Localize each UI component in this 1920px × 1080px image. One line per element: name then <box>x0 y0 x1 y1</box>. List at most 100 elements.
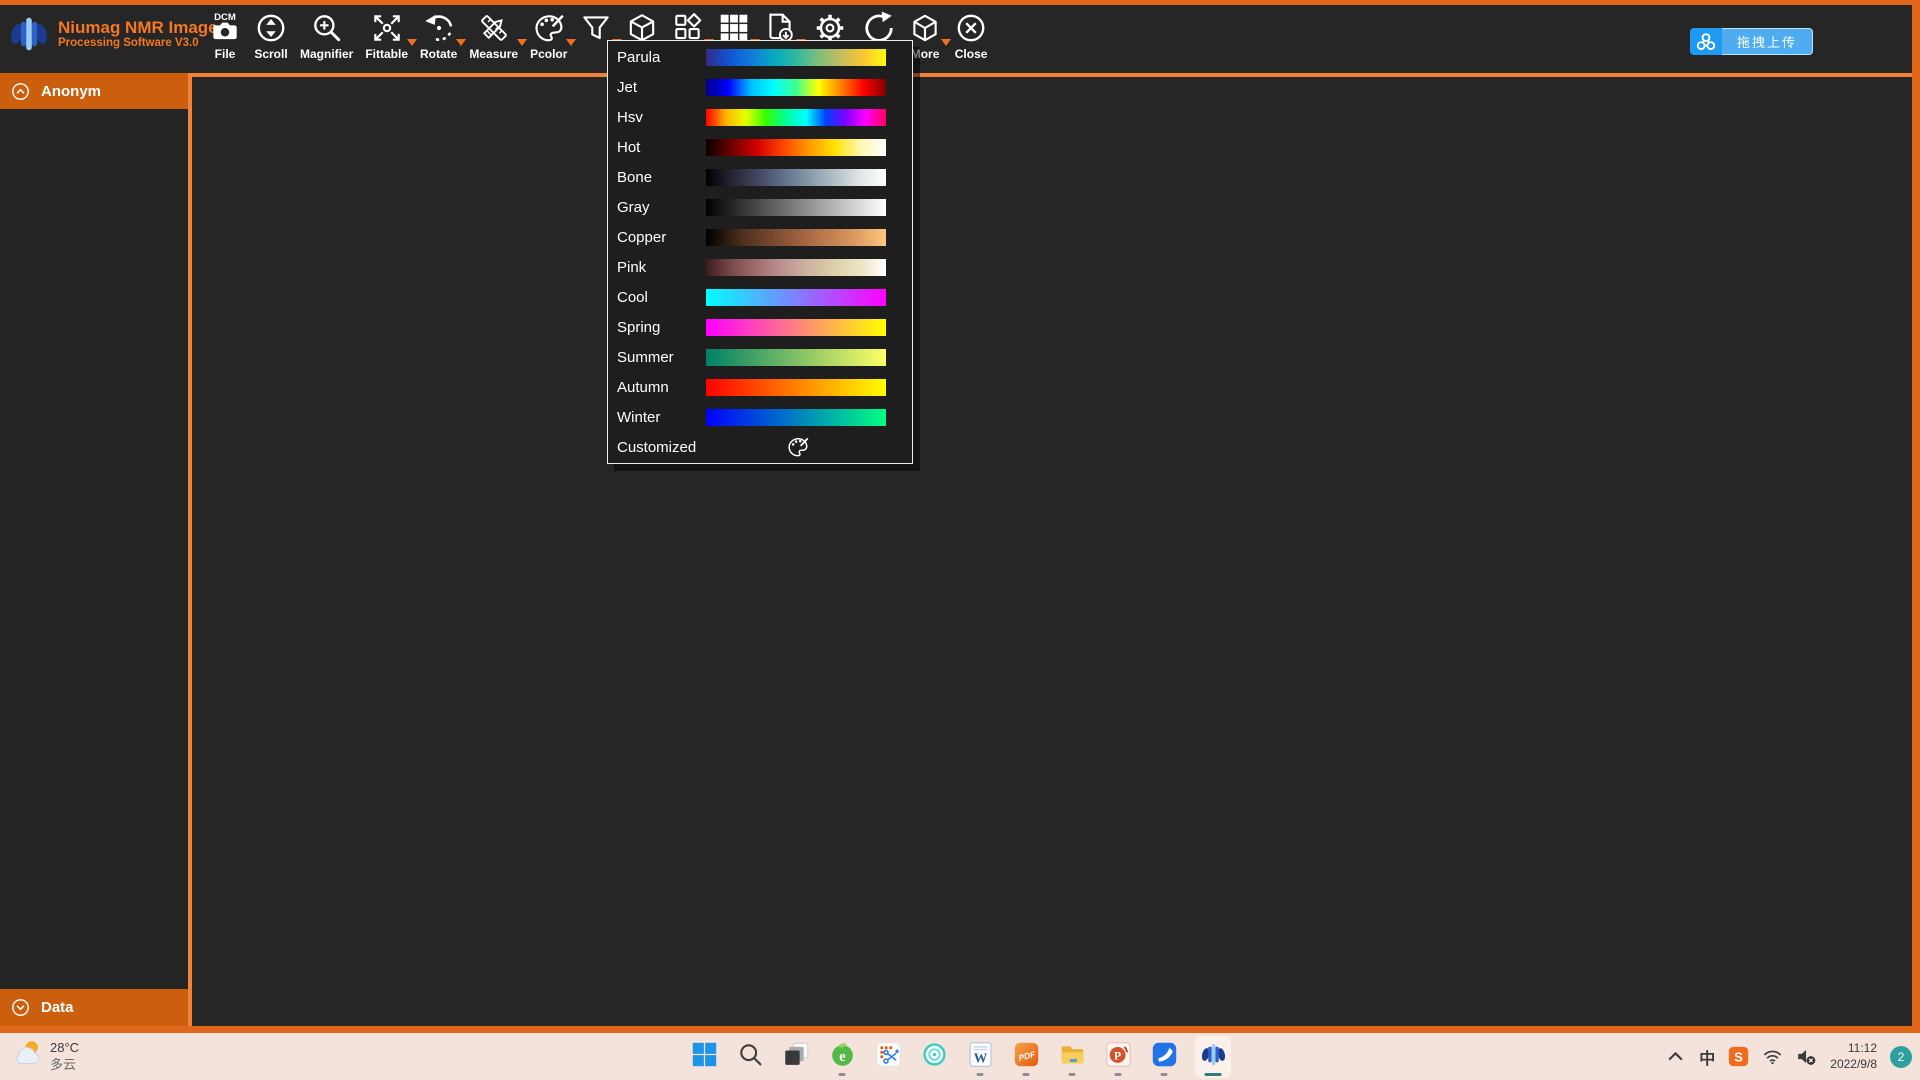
weather-text: 28°C 多云 <box>50 1040 79 1073</box>
colormap-item-cool[interactable]: Cool <box>608 282 912 312</box>
drag-upload-button[interactable]: 拖拽上传 <box>1690 28 1813 55</box>
taskbar-app-start[interactable] <box>689 1036 719 1078</box>
colormap-name: Gray <box>608 199 650 216</box>
colormap-item-summer[interactable]: Summer <box>608 342 912 372</box>
taskbar-clock[interactable]: 11:12 2022/9/8 <box>1830 1041 1877 1072</box>
running-indicator <box>1115 1073 1122 1076</box>
ime-zh-icon[interactable]: 中 <box>1699 1045 1715 1069</box>
colormap-gradient-bar <box>706 169 886 186</box>
blue-wing-icon <box>1151 1041 1178 1073</box>
toolbar-button-close[interactable]: Close <box>948 11 994 73</box>
taskbar-app-netdisk-app[interactable] <box>1149 1036 1179 1078</box>
colormap-item-winter[interactable]: Winter <box>608 402 912 432</box>
search-icon <box>737 1041 764 1073</box>
colormap-item-pink[interactable]: Pink <box>608 252 912 282</box>
taskbar-app-search[interactable] <box>735 1036 765 1078</box>
content-row: Anonym Data <box>0 73 1912 1026</box>
partly-cloudy-icon <box>10 1037 44 1076</box>
colormap-item-bone[interactable]: Bone <box>608 162 912 192</box>
system-tray: 中 S 11:12 2022/9/8 2 <box>1665 1033 1912 1080</box>
sidebar: Anonym Data <box>0 73 188 1026</box>
magnifier-plus-icon <box>310 11 344 45</box>
taskbar-app-browser[interactable]: e <box>827 1036 857 1078</box>
colormap-gradient-bar <box>706 49 886 66</box>
folder-icon <box>1059 1041 1086 1073</box>
toolbar-button-pcolor[interactable]: Pcolor <box>524 11 573 73</box>
volume-muted-icon[interactable] <box>1796 1046 1817 1067</box>
pdf-icon: PDF <box>1013 1041 1040 1073</box>
taskbar-app-niumag[interactable] <box>1195 1036 1231 1078</box>
taskbar-app-screenshot-tool[interactable] <box>873 1036 903 1078</box>
toolbar-button-measure[interactable]: Measure <box>463 11 524 73</box>
toolbar: Niumag NMR Image Processing Software V3.… <box>0 5 1912 73</box>
niumag-logo-icon <box>1200 1041 1227 1073</box>
taskbar-app-file-explorer[interactable] <box>1057 1036 1087 1078</box>
toolbar-button-fittable[interactable]: Fittable <box>359 11 414 73</box>
colormap-name: Parula <box>608 49 660 66</box>
svg-text:S: S <box>1734 1049 1743 1064</box>
toolbar-button-label: File <box>215 47 236 61</box>
colormap-name: Pink <box>608 259 646 276</box>
colormap-item-hot[interactable]: Hot <box>608 132 912 162</box>
colormap-item-copper[interactable]: Copper <box>608 222 912 252</box>
taskbar-app-word[interactable]: W <box>965 1036 995 1078</box>
sidebar-panel-data[interactable]: Data <box>0 989 188 1026</box>
wifi-icon[interactable] <box>1762 1046 1783 1067</box>
colormap-name: Autumn <box>608 379 669 396</box>
colormap-item-spring[interactable]: Spring <box>608 312 912 342</box>
colormap-item-customized[interactable]: Customized <box>608 432 912 462</box>
toolbar-button-label: Measure <box>469 47 518 61</box>
sidebar-panel-anonym[interactable]: Anonym <box>0 73 188 109</box>
colormap-item-parula[interactable]: Parula <box>608 42 912 72</box>
colormap-gradient-bar <box>706 79 886 96</box>
running-indicator <box>977 1073 984 1076</box>
toolbar-button-label: More <box>911 47 940 61</box>
taskbar-app-meeting-app[interactable] <box>919 1036 949 1078</box>
colormap-name: Hot <box>608 139 640 156</box>
sogou-icon[interactable]: S <box>1728 1046 1749 1067</box>
colormap-item-jet[interactable]: Jet <box>608 72 912 102</box>
colormap-name: Customized <box>608 439 696 456</box>
taskbar-app-powerpoint[interactable]: P <box>1103 1036 1133 1078</box>
fit-expand-icon <box>370 11 404 45</box>
taskbar-weather-widget[interactable]: 28°C 多云 <box>10 1037 79 1076</box>
taskbar: 28°C 多云 e W PDF P 中 S 11:12 2022/9/8 2 <box>0 1033 1920 1080</box>
colormap-name: Jet <box>608 79 637 96</box>
dcm-camera-icon: DCM <box>208 11 242 45</box>
svg-text:e: e <box>839 1048 846 1064</box>
colormap-item-autumn[interactable]: Autumn <box>608 372 912 402</box>
colormap-item-hsv[interactable]: Hsv <box>608 102 912 132</box>
running-indicator <box>1023 1073 1030 1076</box>
colormap-item-gray[interactable]: Gray <box>608 192 912 222</box>
colormap-name: Spring <box>608 319 660 336</box>
taskbar-app-icons: e W PDF P <box>689 1033 1231 1080</box>
netdisk-icon <box>1690 28 1722 55</box>
toolbar-button-rotate[interactable]: Rotate <box>414 11 463 73</box>
toolbar-button-label: Scroll <box>254 47 287 61</box>
svg-text:W: W <box>973 1050 987 1065</box>
toolbar-button-magnifier[interactable]: Magnifier <box>294 11 359 73</box>
taskbar-app-pdf-reader[interactable]: PDF <box>1011 1036 1041 1078</box>
toolbar-button-file[interactable]: DCM File <box>202 11 248 73</box>
notification-badge[interactable]: 2 <box>1890 1046 1912 1068</box>
chevron-down-circle-icon <box>10 997 31 1018</box>
colormap-name: Bone <box>608 169 652 186</box>
taskbar-app-task-view[interactable] <box>781 1036 811 1078</box>
weather-condition: 多云 <box>50 1057 79 1073</box>
close-circle-icon <box>954 11 988 45</box>
clock-date: 2022/9/8 <box>1830 1057 1877 1073</box>
toolbar-button-scroll[interactable]: Scroll <box>248 11 294 73</box>
weather-temperature: 28°C <box>50 1040 79 1056</box>
upload-button-label: 拖拽上传 <box>1722 28 1813 55</box>
palette-icon[interactable] <box>786 435 810 459</box>
niumag-logo-icon <box>8 13 50 55</box>
colormap-gradient-bar <box>706 289 886 306</box>
toolbar-button-label: Magnifier <box>300 47 353 61</box>
task-view-icon <box>783 1041 810 1073</box>
chevron-up-icon[interactable] <box>1665 1046 1686 1067</box>
colormap-gradient-bar <box>706 349 886 366</box>
app-title: Niumag NMR Image <box>58 19 218 38</box>
app-brand: Niumag NMR Image Processing Software V3.… <box>0 5 202 55</box>
main-canvas[interactable] <box>192 73 1912 1026</box>
colormap-gradient-bar <box>706 409 886 426</box>
